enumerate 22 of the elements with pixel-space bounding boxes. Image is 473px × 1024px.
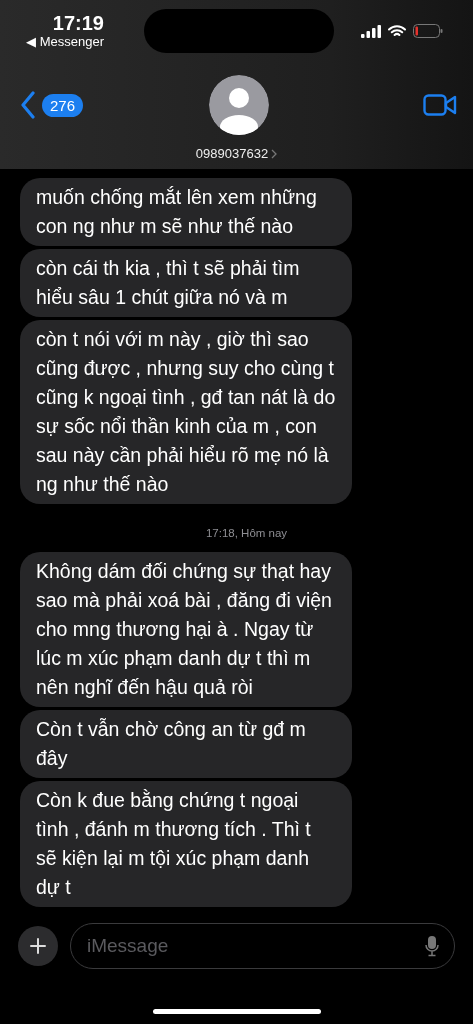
signal-icon bbox=[361, 24, 381, 38]
chevron-icon bbox=[271, 148, 278, 159]
add-button[interactable] bbox=[18, 926, 58, 966]
back-chevron-icon[interactable] bbox=[20, 91, 36, 119]
video-call-icon[interactable] bbox=[423, 94, 457, 116]
unread-count-badge[interactable]: 276 bbox=[42, 93, 84, 117]
message-bubble: còn t nói với m này , giờ thì sao cũng được , nhưng suy cho cùng t cũng k ngoại tình , gđ tan nát là do sự sốc nổi thần kinh của m , con sau này cần phải hiểu rõ mẹ nó là ng như thế nào bbox=[20, 320, 352, 504]
back-to-app-link[interactable]: ◀ Messenger bbox=[26, 34, 104, 50]
microphone-icon[interactable] bbox=[425, 935, 439, 957]
message-bubble: muốn chống mắt lên xem những con ng như m sẽ như thế nào bbox=[20, 178, 352, 246]
message-bubble: Còn k đue bằng chứng t ngoại tình , đánh m thương tích . Thì t sẽ kiện lại m tội xúc phạm danh dự t bbox=[20, 781, 352, 907]
battery-icon bbox=[413, 24, 443, 38]
message-bubble: Không dám đối chứng sự thạt hay sao mà phải xoá bài , đăng đi viện cho mng thương hại à . Ngay từ lúc m xúc phạm danh dự t thì m nên nghĩ đến hậu quả ròi bbox=[20, 552, 352, 707]
timestamp: 17:18, Hôm nay bbox=[205, 527, 288, 539]
plus-icon bbox=[30, 938, 46, 954]
status-time: 17:19 bbox=[52, 12, 104, 34]
avatar-icon[interactable] bbox=[208, 75, 269, 135]
wifi-icon bbox=[388, 24, 406, 38]
contact-name-button[interactable]: 0989037632 bbox=[195, 146, 278, 161]
message-bubble: Còn t vẫn chờ công an từ gđ m đây bbox=[20, 710, 352, 778]
message-input-field[interactable]: iMessage bbox=[70, 923, 455, 969]
message-bubble: còn cái th kia , thì t sẽ phải tìm hiểu sâu 1 chút giữa nó và m bbox=[20, 249, 352, 317]
